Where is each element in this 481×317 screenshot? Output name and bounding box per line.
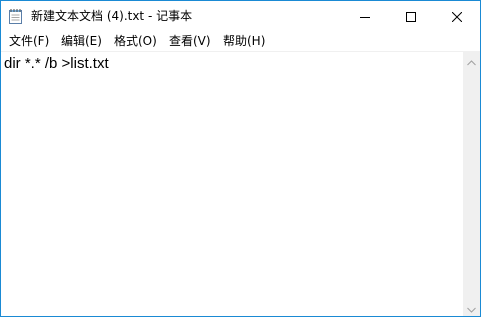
maximize-button[interactable] [388,1,434,31]
menu-file[interactable]: 文件(F) [9,33,49,49]
menu-help[interactable]: 帮助(H) [223,33,265,49]
title-bar[interactable]: 新建文本文档 (4).txt - 记事本 [1,1,480,31]
vertical-scrollbar[interactable] [463,52,480,316]
notepad-icon[interactable] [9,9,22,24]
menu-edit[interactable]: 编辑(E) [61,33,102,49]
minimize-button[interactable] [342,1,388,31]
menu-bar: 文件(F) 编辑(E) 格式(O) 查看(V) 帮助(H) [1,31,480,52]
window-title: 新建文本文档 (4).txt - 记事本 [31,9,193,23]
close-icon [451,7,463,26]
editor-content[interactable]: dir *.* /b >list.txt [4,54,109,74]
menu-format[interactable]: 格式(O) [114,33,157,49]
text-editor[interactable]: dir *.* /b >list.txt [1,52,463,316]
scroll-down-button[interactable] [463,299,480,316]
menu-view[interactable]: 查看(V) [169,33,211,49]
notepad-window: 新建文本文档 (4).txt - 记事本 文件(F) 编辑(E) 格式(O) 查… [0,0,481,317]
minimize-icon [360,7,370,26]
scroll-up-button[interactable] [463,52,480,69]
chevron-down-icon [467,298,476,316]
chevron-up-icon [467,51,476,70]
maximize-icon [406,7,416,26]
close-button[interactable] [434,1,480,31]
